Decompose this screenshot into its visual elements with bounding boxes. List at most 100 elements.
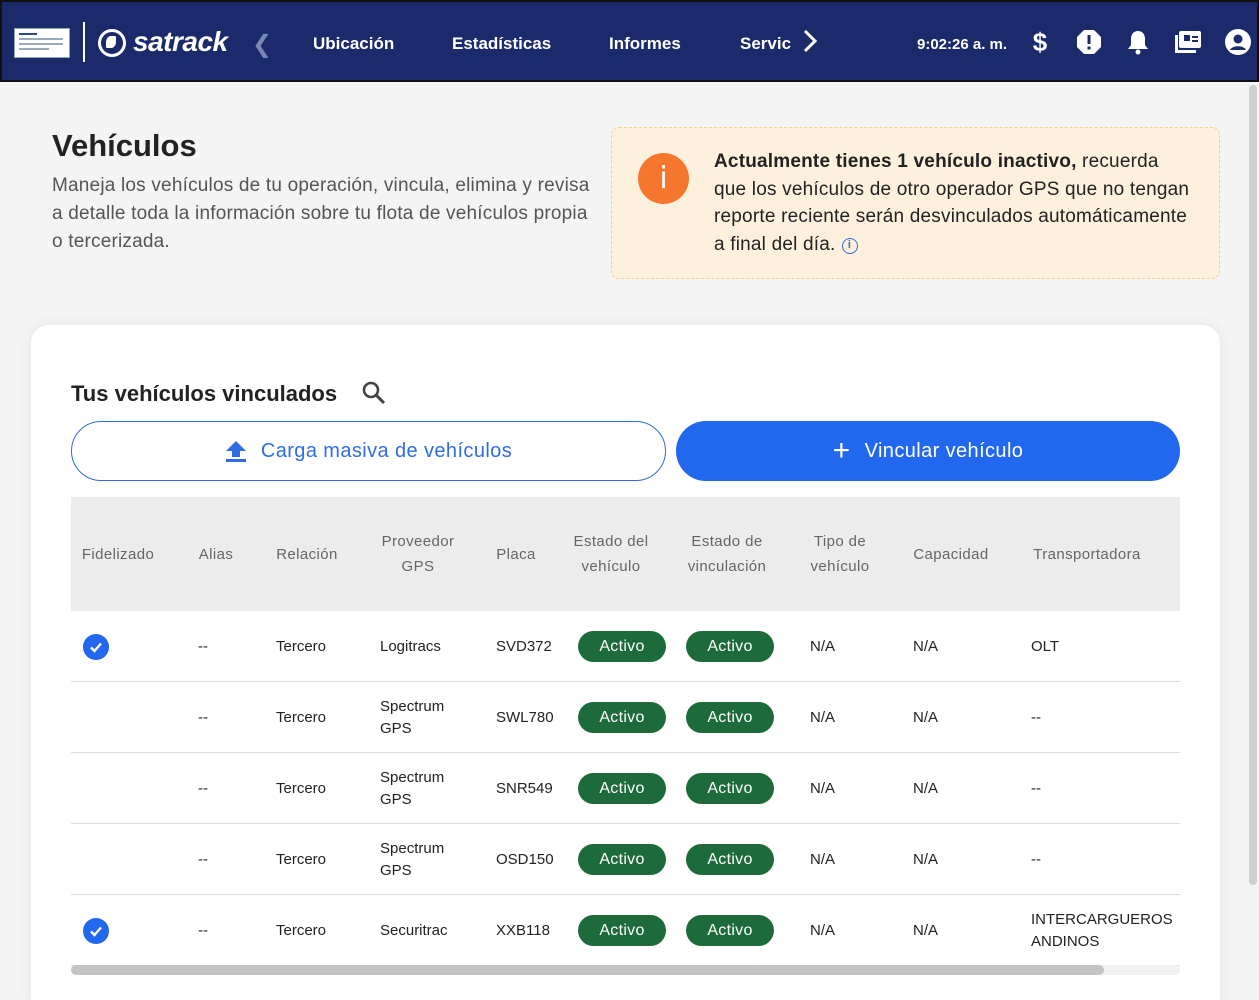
cell-text: Tercero <box>276 779 327 797</box>
cell-tipo: N/A <box>810 682 870 753</box>
horizontal-scrollbar[interactable] <box>71 965 1180 975</box>
cell-vinculacion: Activo <box>686 895 776 966</box>
cell-estado: Activo <box>578 611 668 682</box>
cell-text: N/A <box>913 708 939 726</box>
table-row[interactable]: -- Tercero Securitrac XXB118 Activo Activo N/A… <box>71 895 1180 966</box>
menu-thumbnail-icon[interactable] <box>14 28 70 58</box>
link-vehicle-label: Vincular vehículo <box>864 439 1024 462</box>
chevron-right-icon[interactable] <box>802 28 818 61</box>
cell-fidelizado <box>83 611 123 682</box>
col-transportadora[interactable]: Transportadora <box>1021 497 1153 611</box>
inactive-vehicle-alert: i Actualmente tienes 1 vehículo inactivo… <box>611 127 1220 279</box>
cell-text: -- <box>198 779 208 797</box>
cell-alias: -- <box>198 824 238 895</box>
cell-capacidad: N/A <box>913 895 973 966</box>
cell-vinculacion: Activo <box>686 753 776 824</box>
cell-placa: XXB118 <box>496 895 566 966</box>
cell-text: -- <box>1031 850 1041 868</box>
cell-placa: SNR549 <box>496 753 566 824</box>
cell-fidelizado <box>83 753 123 824</box>
cell-estado: Activo <box>578 753 668 824</box>
status-badge: Activo <box>578 844 666 875</box>
bulk-upload-button[interactable]: Carga masiva de vehículos <box>71 421 666 481</box>
col-estado-vehiculo[interactable]: Estado del vehículo <box>571 497 651 611</box>
top-navbar: satrack ❮ Ubicación Estadísticas Informe… <box>0 0 1259 82</box>
col-tipo-vehiculo[interactable]: Tipo de vehículo <box>801 497 879 611</box>
cell-text: -- <box>198 637 208 655</box>
cell-tipo: N/A <box>810 753 870 824</box>
cell-text: Securitrac <box>380 921 448 939</box>
nav-estadisticas[interactable]: Estadísticas <box>452 34 551 54</box>
cell-text: INTERCARGUEROS ANDINOS <box>1031 910 1173 950</box>
cell-proveedor: Spectrum GPS <box>380 753 480 824</box>
warning-info-icon: i <box>638 153 689 204</box>
cell-alias: -- <box>198 611 238 682</box>
clock-display: 9:02:26 a. m. <box>917 36 1008 53</box>
cell-alias: -- <box>198 895 238 966</box>
cell-fidelizado <box>83 824 123 895</box>
col-fidelizado[interactable]: Fidelizado <box>71 497 165 611</box>
plus-icon: + <box>832 434 851 467</box>
col-capacidad[interactable]: Capacidad <box>903 497 999 611</box>
cell-text: N/A <box>913 921 939 939</box>
navbar-divider <box>83 22 85 62</box>
cell-text: Tercero <box>276 850 327 868</box>
cell-text: N/A <box>810 779 836 797</box>
col-alias[interactable]: Alias <box>181 497 251 611</box>
cell-tipo: N/A <box>810 895 870 966</box>
cell-fidelizado <box>83 895 123 966</box>
cell-transportadora: -- <box>1031 753 1171 824</box>
cell-text: SNR549 <box>496 779 553 797</box>
cell-vinculacion: Activo <box>686 611 776 682</box>
nav-servicios[interactable]: Servic <box>740 34 791 54</box>
verified-check-icon <box>83 633 109 660</box>
nav-ubicacion[interactable]: Ubicación <box>313 34 394 54</box>
cell-text: SVD372 <box>496 637 552 655</box>
cell-relacion: Tercero <box>276 682 356 753</box>
col-placa[interactable]: Placa <box>489 497 543 611</box>
col-estado-vinculacion[interactable]: Estado de vinculación <box>679 497 775 611</box>
table-row[interactable]: -- Tercero Spectrum GPS OSD150 Activo Activo N… <box>71 824 1180 895</box>
status-badge: Activo <box>686 915 774 946</box>
cell-capacidad: N/A <box>913 824 973 895</box>
col-relacion[interactable]: Relación <box>267 497 347 611</box>
nav-informes[interactable]: Informes <box>609 34 681 54</box>
cell-relacion: Tercero <box>276 895 356 966</box>
linked-vehicles-card: Tus vehículos vinculados Carga masiva de… <box>31 325 1220 1000</box>
dollar-icon[interactable]: $ <box>1024 24 1056 60</box>
card-title: Tus vehículos vinculados <box>71 381 338 406</box>
bell-icon[interactable] <box>1122 24 1154 60</box>
cell-proveedor: Spectrum GPS <box>380 682 480 753</box>
cell-vinculacion: Activo <box>686 824 776 895</box>
search-icon[interactable] <box>361 380 387 406</box>
monitor-icon[interactable] <box>1172 24 1204 60</box>
cell-text: Spectrum GPS <box>380 768 445 808</box>
cell-text: Logitracs <box>380 637 441 655</box>
vertical-scrollbar[interactable] <box>1249 85 1257 885</box>
table-row[interactable]: -- Tercero Spectrum GPS SNR549 Activo Activo N… <box>71 753 1180 824</box>
col-proveedor-gps[interactable]: Proveedor GPS <box>371 497 465 611</box>
table-row[interactable]: -- Tercero Spectrum GPS SWL780 Activo Activo N… <box>71 682 1180 753</box>
alert-bold-text: Actualmente tienes 1 vehículo inactivo, <box>714 151 1077 172</box>
table-row[interactable]: -- Tercero Logitracs SVD372 Activo Activo N/A N… <box>71 611 1180 682</box>
chevron-left-icon[interactable]: ❮ <box>252 30 272 59</box>
status-badge: Activo <box>686 702 774 733</box>
alert-icon[interactable] <box>1073 24 1105 60</box>
cell-text: XXB118 <box>496 921 550 939</box>
cell-text: OSD150 <box>496 850 554 868</box>
cell-text: -- <box>198 708 208 726</box>
cell-text: N/A <box>810 637 836 655</box>
satrack-logo-icon <box>98 29 126 57</box>
account-icon[interactable] <box>1222 24 1254 60</box>
brand-logo[interactable]: satrack <box>133 26 228 58</box>
status-badge: Activo <box>686 631 774 662</box>
link-vehicle-button[interactable]: + Vincular vehículo <box>676 421 1180 481</box>
cell-tipo: N/A <box>810 611 870 682</box>
cell-tipo: N/A <box>810 824 870 895</box>
horizontal-scrollbar-thumb[interactable] <box>71 965 1104 975</box>
cell-proveedor: Spectrum GPS <box>380 824 480 895</box>
status-badge: Activo <box>686 844 774 875</box>
cell-text: N/A <box>810 708 836 726</box>
status-badge: Activo <box>578 702 666 733</box>
info-circle-icon[interactable]: i <box>841 237 858 254</box>
